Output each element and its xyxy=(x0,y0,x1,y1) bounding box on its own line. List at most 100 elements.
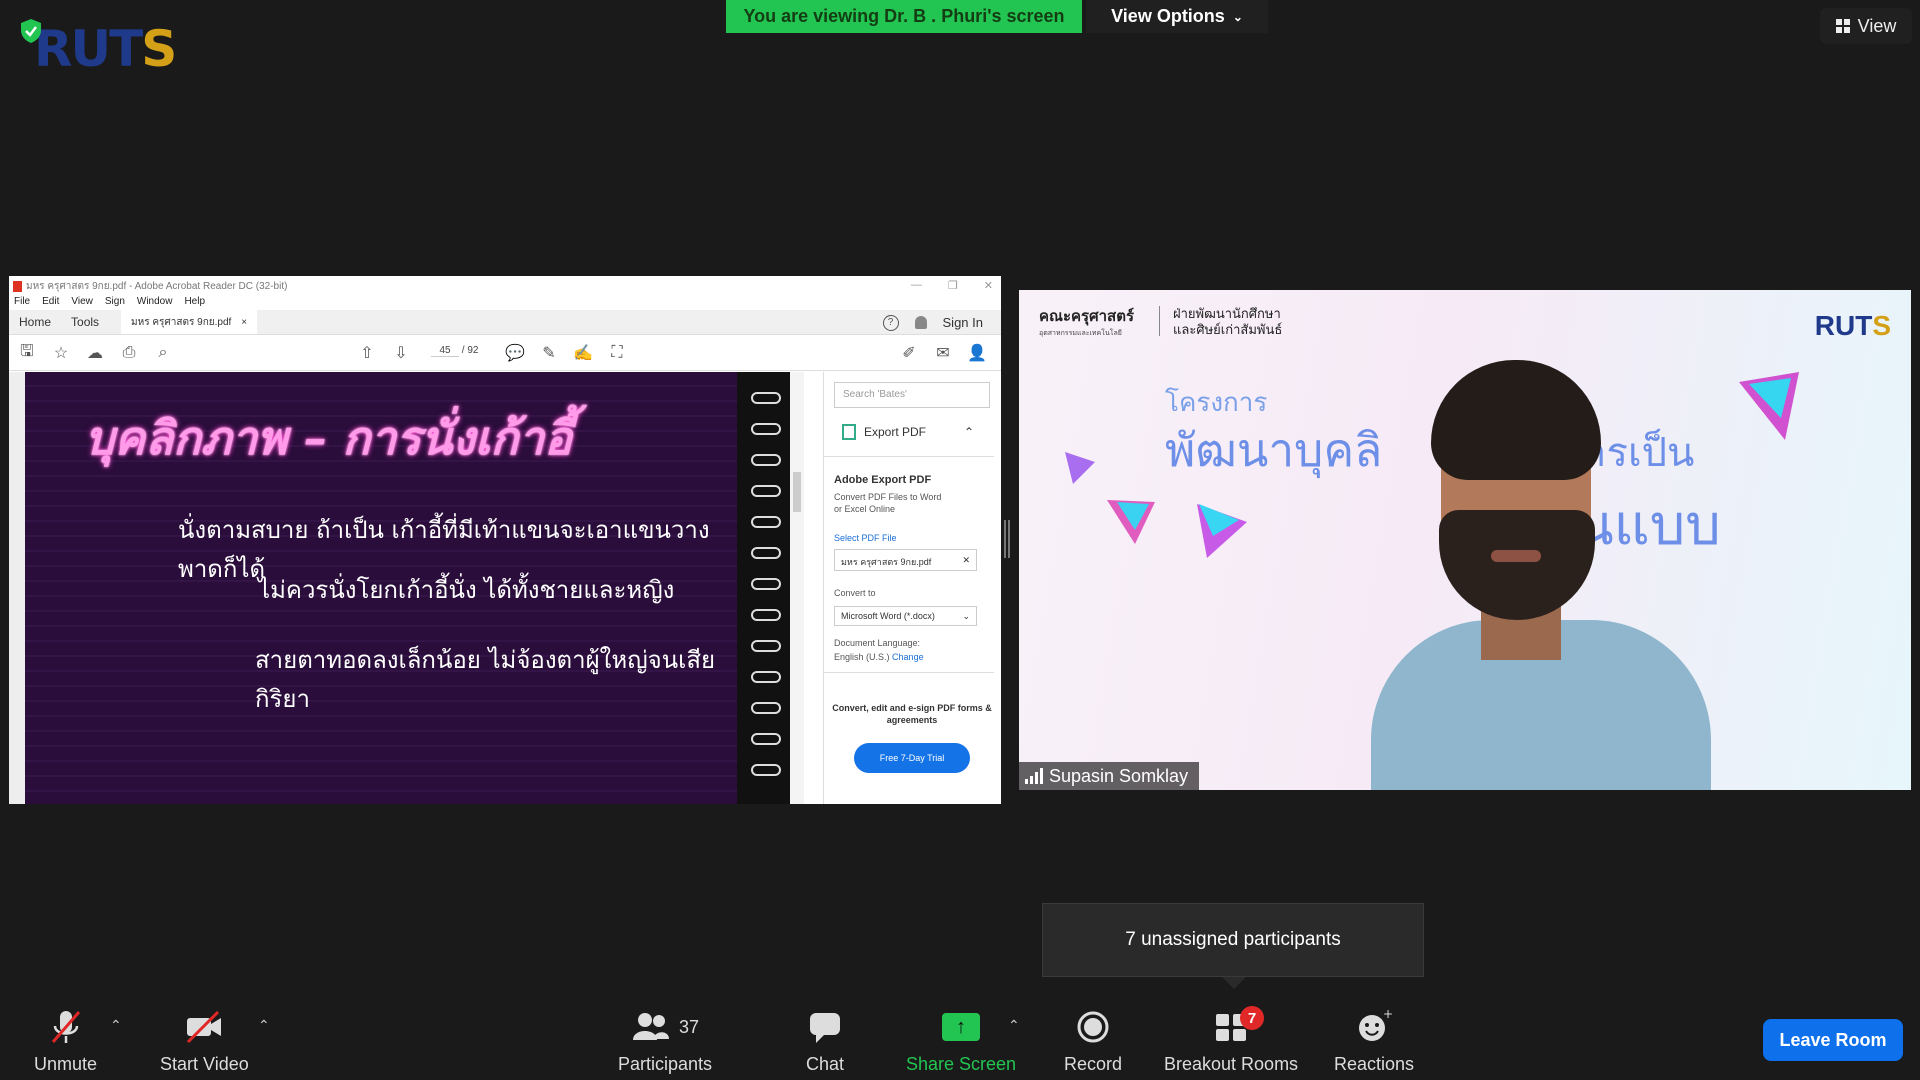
page-total: / 92 xyxy=(461,345,479,356)
search-bates-input[interactable]: Search 'Bates' xyxy=(834,382,990,408)
view-button[interactable]: View xyxy=(1820,8,1912,44)
encryption-shield-icon xyxy=(20,18,42,44)
menu-file[interactable]: File xyxy=(14,296,30,310)
bell-icon[interactable] xyxy=(914,316,927,329)
share-screen-button[interactable]: ↑ Share Screen xyxy=(906,1008,1016,1075)
slide-page: บุคลิกภาพ – การนั่งเก้าอี้ นั่งตามสบาย ถ… xyxy=(25,372,797,804)
window-controls: — ❐ ✕ xyxy=(911,279,993,292)
save-icon[interactable]: 🖫 xyxy=(17,343,37,363)
minimize-icon[interactable]: — xyxy=(911,279,922,292)
vertical-scrollbar[interactable] xyxy=(790,372,804,804)
upload-cloud-icon[interactable]: ☁ xyxy=(85,343,105,363)
chat-bubble-icon xyxy=(807,1008,843,1046)
breakout-rooms-label: Breakout Rooms xyxy=(1164,1054,1299,1074)
chat-button[interactable]: Chat xyxy=(806,1008,844,1075)
print-icon[interactable]: ⎙ xyxy=(119,343,139,363)
video-tile: คณะครุศาสตร์ อุตสาหกรรมและเทคโนโลยี ฝ่าย… xyxy=(1019,290,1911,790)
slide-title: บุคลิกภาพ – การนั่งเก้าอี้ xyxy=(85,411,572,465)
zoom-out-icon[interactable]: ⌕ xyxy=(153,343,173,363)
reactions-label: Reactions xyxy=(1334,1054,1415,1074)
draw-icon[interactable]: ✍ xyxy=(573,343,593,363)
page-up-icon[interactable]: ⇧ xyxy=(357,343,377,363)
export-pdf-panel: Search 'Bates' Export PDF ⌃ Adobe Export… xyxy=(823,372,1001,804)
video-options-caret-icon[interactable]: ⌃ xyxy=(258,1017,270,1034)
tooltip-arrow xyxy=(1222,977,1246,989)
adobe-export-desc: Convert PDF Files to Word or Excel Onlin… xyxy=(834,492,942,514)
export-pdf-header[interactable]: Export PDF ⌃ xyxy=(842,424,974,440)
selected-file-field[interactable]: มหร ครุศาสตร 9กย.pdf ✕ xyxy=(834,549,977,571)
page-current[interactable]: 45 xyxy=(431,345,459,357)
pdf-viewport[interactable]: บุคลิกภาพ – การนั่งเก้าอี้ นั่งตามสบาย ถ… xyxy=(9,372,797,804)
page-indicator[interactable]: 45 / 92 xyxy=(431,345,478,357)
acrobat-menubar: File Edit View Sign Window Help xyxy=(9,296,1001,310)
add-user-icon[interactable]: 👤 xyxy=(967,343,987,363)
link-sign-icon[interactable]: ✐ xyxy=(899,343,919,363)
menu-edit[interactable]: Edit xyxy=(42,296,59,310)
email-icon[interactable]: ✉ xyxy=(933,343,953,363)
muted-mic-icon xyxy=(49,1008,83,1046)
chevron-up-icon: ⌃ xyxy=(964,425,975,439)
chat-label: Chat xyxy=(806,1054,845,1074)
breakout-rooms-button[interactable]: 7 Breakout Rooms xyxy=(1164,1006,1299,1075)
format-select[interactable]: Microsoft Word (*.docx) ⌄ xyxy=(834,606,977,626)
menu-view[interactable]: View xyxy=(71,296,93,310)
menu-sign[interactable]: Sign xyxy=(105,296,125,310)
close-tab-icon[interactable]: × xyxy=(241,317,247,328)
comment-icon[interactable]: 💬 xyxy=(505,343,525,363)
audio-options-caret-icon[interactable]: ⌃ xyxy=(110,1017,122,1034)
adobe-export-heading: Adobe Export PDF xyxy=(834,474,932,486)
close-icon[interactable]: ✕ xyxy=(984,279,993,292)
unmute-button[interactable]: Unmute xyxy=(34,1008,97,1075)
svg-text:+: + xyxy=(1383,1008,1393,1021)
document-language-row: English (U.S.) Change xyxy=(834,652,924,662)
selected-file-name: มหร ครุศาสตร 9กย.pdf xyxy=(841,557,932,567)
stamp-icon[interactable]: ⛶ xyxy=(607,343,627,363)
signal-strength-icon xyxy=(1025,768,1043,784)
sign-in-link[interactable]: Sign In xyxy=(943,315,983,330)
split-divider-handle[interactable] xyxy=(1004,520,1010,558)
tab-home[interactable]: Home xyxy=(9,310,61,334)
bookmark-star-icon[interactable]: ☆ xyxy=(51,343,71,363)
restore-icon[interactable]: ❐ xyxy=(948,279,958,292)
participants-icon: 37 xyxy=(631,1008,699,1046)
unassigned-participants-tooltip: 7 unassigned participants xyxy=(1042,903,1424,977)
slide-line-2: ไม่ควรนั่งโยกเก้าอี้นั่ง ได้ทั้งชายและหญ… xyxy=(258,576,675,604)
left-panel-toggle[interactable] xyxy=(9,372,25,804)
export-pdf-label: Export PDF xyxy=(864,425,927,439)
chevron-down-icon: ⌄ xyxy=(962,611,970,621)
participant-name: Supasin Somklay xyxy=(1049,765,1189,786)
free-trial-button[interactable]: Free 7-Day Trial xyxy=(854,743,970,773)
pdf-icon xyxy=(13,280,22,292)
remove-file-icon[interactable]: ✕ xyxy=(962,555,970,565)
export-pdf-icon xyxy=(842,424,856,440)
acrobat-right-tools: ? Sign In xyxy=(882,310,983,335)
tab-document[interactable]: มหร ครุศาสตร 9กย.pdf × xyxy=(121,310,258,334)
ruts-logo: RUTS xyxy=(34,20,177,78)
change-language-link[interactable]: Change xyxy=(892,652,924,662)
menu-help[interactable]: Help xyxy=(184,296,205,310)
tab-tools[interactable]: Tools xyxy=(61,310,109,334)
record-icon xyxy=(1076,1008,1110,1046)
participants-count: 37 xyxy=(679,1016,700,1037)
menu-window[interactable]: Window xyxy=(137,296,173,310)
acrobat-tabs: Home Tools มหร ครุศาสตร 9กย.pdf × ? Sign… xyxy=(9,310,1001,335)
slide-line-3: สายตาทอดลงเล็กน้อย ไม่จ้องตาผู้ใหญ่จนเสี… xyxy=(255,646,716,713)
highlight-pen-icon[interactable]: ✎ xyxy=(539,343,559,363)
reactions-button[interactable]: + Reactions xyxy=(1334,1008,1414,1075)
start-video-button[interactable]: Start Video xyxy=(160,1008,249,1075)
view-options-button[interactable]: View Options ⌄ xyxy=(1086,0,1268,33)
select-pdf-file-link[interactable]: Select PDF File xyxy=(834,533,897,543)
record-button[interactable]: Record xyxy=(1064,1008,1122,1075)
convert-to-label: Convert to xyxy=(834,588,876,598)
share-options-caret-icon[interactable]: ⌃ xyxy=(1008,1017,1020,1034)
document-language-label: Document Language: xyxy=(834,638,921,648)
page-down-icon[interactable]: ⇩ xyxy=(391,343,411,363)
leave-room-button[interactable]: Leave Room xyxy=(1763,1019,1903,1061)
participant-video xyxy=(1371,360,1711,790)
shared-screen: มหร ครุศาสตร 9กย.pdf - Adobe Acrobat Rea… xyxy=(9,276,1001,804)
participants-button[interactable]: 37 Participants xyxy=(618,1008,712,1075)
tab-document-label: มหร ครุศาสตร 9กย.pdf xyxy=(131,316,232,328)
share-screen-icon: ↑ xyxy=(942,1008,981,1046)
unmute-label: Unmute xyxy=(34,1054,98,1074)
help-icon[interactable]: ? xyxy=(882,314,899,331)
